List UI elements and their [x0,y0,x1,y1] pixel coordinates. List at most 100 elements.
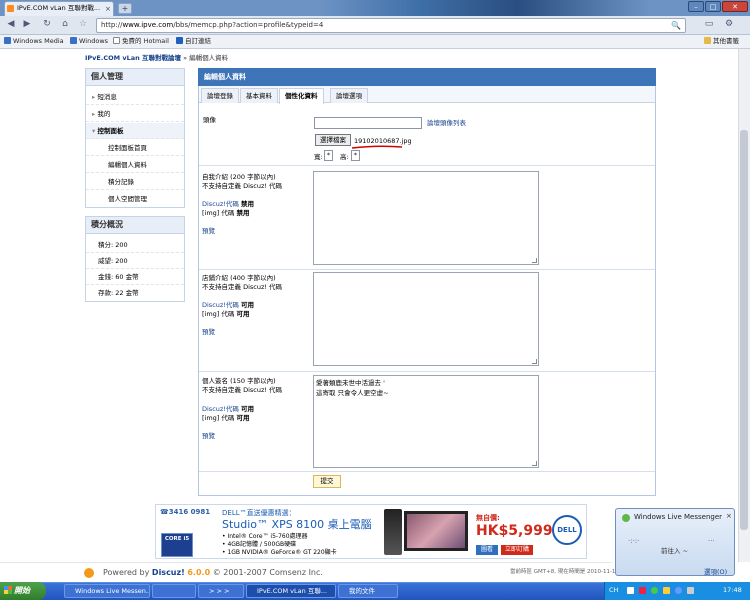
bookmark-windows-media[interactable]: Windows Media [4,35,64,48]
tray-volume-icon[interactable] [663,587,670,594]
messenger-options-link[interactable]: 選項(O) [704,566,727,576]
maximize-icon[interactable]: □ [705,1,721,12]
bio-preview-link[interactable]: 預覽 [202,227,215,236]
close-window-icon[interactable]: ✕ [722,1,748,12]
star-icon[interactable]: ☆ [76,18,90,32]
height-label: 高: [340,153,349,161]
sidebar-item-credit-log[interactable]: 積分記錄 [86,174,184,190]
ad-view-button[interactable]: 圖看 [476,545,498,555]
messenger-popup[interactable]: Windows Live Messenger × ·:·:· 前往入 ~ ···… [615,508,735,576]
bookmark-windows[interactable]: Windows [70,35,108,48]
tab-personalized-info[interactable]: 個性化資料 [279,88,324,104]
tray-misc-icon[interactable] [687,587,694,594]
breadcrumb-current: 編輯個人資料 [189,54,229,62]
shop-preview-link[interactable]: 預覽 [202,328,215,337]
resize-grip-icon[interactable] [532,258,537,263]
bookmark-hotmail[interactable]: 免費的 Hotmail [113,35,169,48]
sidebar-credits-title: 積分概況 [86,217,184,234]
tab-title: IPvE.COM vLan 互聯對戰... [17,4,101,12]
language-indicator[interactable]: CH [609,582,618,599]
avatar-row [199,104,655,166]
tray-app-icon[interactable] [627,587,634,594]
sidebar-item-messages[interactable]: ▸ 短消息 [86,89,184,105]
shop-note: 不支持自定義 Discuz! 代碼 [202,283,283,291]
bio-textarea[interactable] [313,171,539,265]
taskbar-item-blank[interactable] [152,584,196,598]
tray-network-icon[interactable] [651,587,658,594]
windows-icon [4,37,11,44]
credit-points: 積分: 200 [86,237,184,253]
intel-badge-icon: CORE i5 [161,533,193,557]
footer-product-link[interactable]: Discuz! [152,568,185,577]
page-menu-icon[interactable]: ▭ [702,18,716,32]
resize-grip-icon[interactable] [532,461,537,466]
choose-file-button[interactable]: 選擇檔案 [315,134,351,146]
minimize-icon[interactable]: – [688,1,704,12]
shop-discuz-code-link[interactable]: Discuz!代碼 [202,301,239,309]
sidebar-item-control-panel[interactable]: ▾ 控制面板 [86,123,184,139]
submit-button[interactable]: 提交 [313,475,341,488]
browser-tab[interactable]: IPvE.COM vLan 互聯對戰... × [4,1,114,16]
phone-icon: ☎ [160,508,169,516]
signature-img-state: 可用 [236,414,250,422]
bio-discuz-code-link[interactable]: Discuz!代碼 [202,200,239,208]
credit-prestige: 威望: 200 [86,253,184,269]
wrench-icon[interactable]: ⚙ [722,18,736,32]
search-icon[interactable]: 🔍 [671,19,681,32]
form-header: 編輯個人資料 [198,68,656,86]
shop-textarea[interactable] [313,272,539,366]
other-bookmarks[interactable]: 其他書籤 [704,35,739,48]
tray-messenger-icon[interactable] [675,587,682,594]
sidebar-item-mine[interactable]: ▸ 我的 [86,106,184,122]
taskbar-item-messenger[interactable]: Windows Live Messen... [64,584,150,598]
home-icon[interactable]: ⌂ [58,18,72,32]
ad-price: HK$5,999 [476,523,553,539]
dell-ad-banner[interactable]: ☎3416 0981 CORE i5 DELL™直送優惠精選： Studio™ … [155,504,587,559]
messenger-status: 前往入 ~ [661,547,689,555]
new-tab-button[interactable]: + [118,3,132,14]
signature-discuz-code-link[interactable]: Discuz!代碼 [202,405,239,413]
tray-security-icon[interactable] [639,587,646,594]
avatar-url-input[interactable] [314,117,422,129]
bio-img-state: 禁用 [236,209,250,217]
credit-deposit: 存款: 22 金幣 [98,289,139,297]
tab-forum-options[interactable]: 論壇選項 [330,88,368,103]
tab-close-icon[interactable]: × [105,3,111,16]
tab-basic-info[interactable]: 基本資料 [240,88,278,103]
height-input[interactable]: * [351,150,360,161]
monitor-image [404,511,468,551]
resize-grip-icon[interactable] [532,359,537,364]
back-icon[interactable]: ◀ [4,18,18,32]
messenger-close-icon[interactable]: × [726,512,732,520]
footer-version: 6.0.0 [187,568,211,577]
signature-preview-link[interactable]: 預覽 [202,432,215,441]
sidebar-item-space-manage[interactable]: 個人空間管理 [86,191,184,207]
page-footer: Powered by Discuz! 6.0.0 © 2001-2007 Com… [0,562,633,582]
ad-phone: ☎3416 0981 [160,508,211,516]
tab-forum-login[interactable]: 論壇登錄 [201,88,239,103]
sidebar-manage-title: 個人管理 [86,69,184,86]
reload-icon[interactable]: ↻ [40,18,54,32]
avatar-list-link[interactable]: 論壇頭像列表 [427,119,466,128]
signature-label: 個人簽名 (150 字節以內) [202,377,276,385]
taskbar-item-browser[interactable]: IPvE.COM vLan 互聯... [246,584,336,598]
bookmark-custom-links[interactable]: 自訂連結 [176,35,211,48]
url-domain: www.ipve.com [122,21,174,29]
footer-company: Comsenz Inc. [269,568,323,577]
sidebar-item-cp-home[interactable]: 控制面板首頁 [86,140,184,156]
forward-icon[interactable]: ▶ [20,18,34,32]
width-input[interactable]: * [324,150,333,161]
signature-img-code-label: [img] 代碼 [202,414,235,422]
signature-textarea[interactable]: 愛著類鹿未世中活過去 ' 這寄取 只會令人更空虛~ [313,375,539,468]
ad-order-button[interactable]: 立即訂購 [501,545,533,555]
breadcrumb-site-link[interactable]: IPvE.COM vLan 互聯對戰論壇 [85,54,181,62]
scrollbar-thumb[interactable] [740,130,748,530]
browser-toolbar: ◀ ▶ ↻ ⌂ ☆ http://www.ipve.com/bbs/memcp.… [0,16,750,35]
url-path: /bbs/memcp.php?action=profile&typeid=4 [173,21,324,29]
address-bar[interactable]: http://www.ipve.com/bbs/memcp.php?action… [96,18,686,33]
sidebar-item-edit-profile[interactable]: 編輯個人資料 [86,157,184,173]
taskbar-item-arrows[interactable]: > > > [198,584,244,598]
shop-img-code-label: [img] 代碼 [202,310,235,318]
dell-logo: DELL [552,515,582,545]
taskbar-item-documents[interactable]: 我的文件 [338,584,398,598]
